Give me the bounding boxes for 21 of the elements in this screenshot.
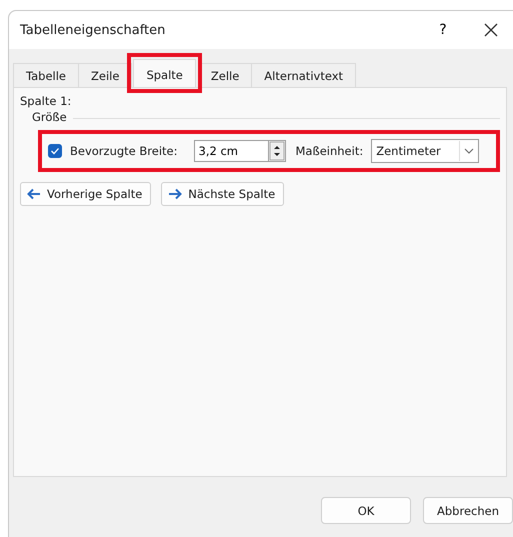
checkmark-icon [50, 146, 60, 156]
unit-label: Maßeinheit: [296, 144, 364, 158]
checkbox[interactable] [48, 144, 62, 158]
unit-dropdown[interactable]: Zentimeter [371, 139, 480, 163]
help-button[interactable]: ? [423, 21, 463, 39]
arrow-right-icon [168, 188, 182, 200]
tab[interactable]: Tabelle [13, 63, 80, 87]
arrow-left-icon [27, 188, 41, 200]
tab[interactable]: Zeile [78, 63, 132, 87]
nav-button[interactable]: Nächste Spalte [161, 182, 284, 206]
dialog-button[interactable]: OK [321, 497, 411, 524]
group-title: Größe [32, 110, 67, 124]
nav-button[interactable]: Vorherige Spalte [20, 182, 152, 206]
column-label: Spalte 1: [20, 94, 72, 108]
spin-arrows-icon[interactable] [268, 140, 286, 162]
checkbox-label: Bevorzugte Breite: [70, 144, 178, 158]
dialog-button[interactable]: Abbrechen [423, 497, 513, 524]
close-icon[interactable] [483, 22, 499, 38]
window-title: Tabelleneigenschaften [20, 22, 166, 38]
tab[interactable]: Alternativtext [251, 63, 356, 87]
width-input-field[interactable]: 3,2 cm [194, 140, 268, 162]
